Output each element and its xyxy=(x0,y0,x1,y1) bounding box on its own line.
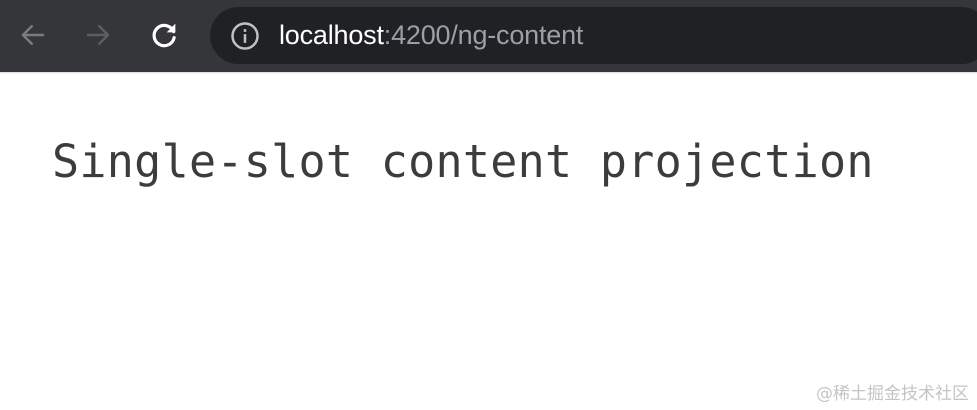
url-host: localhost xyxy=(279,20,384,50)
info-circle-icon[interactable] xyxy=(230,21,260,51)
arrow-right-icon xyxy=(86,25,110,45)
url-text[interactable]: localhost:4200/ng-content xyxy=(279,7,583,64)
forward-button[interactable] xyxy=(77,14,119,56)
toolbar-shadow xyxy=(0,72,977,74)
browser-toolbar: localhost:4200/ng-content xyxy=(0,0,977,72)
back-button[interactable] xyxy=(12,14,54,56)
watermark: @稀土掘金技术社区 xyxy=(816,384,969,404)
arrow-left-icon xyxy=(21,25,45,45)
reload-button[interactable] xyxy=(143,14,185,56)
url-path: :4200/ng-content xyxy=(383,20,584,50)
page-heading: Single-slot content projection xyxy=(52,135,874,188)
reload-icon xyxy=(152,23,176,48)
address-bar[interactable]: localhost:4200/ng-content xyxy=(210,7,977,64)
